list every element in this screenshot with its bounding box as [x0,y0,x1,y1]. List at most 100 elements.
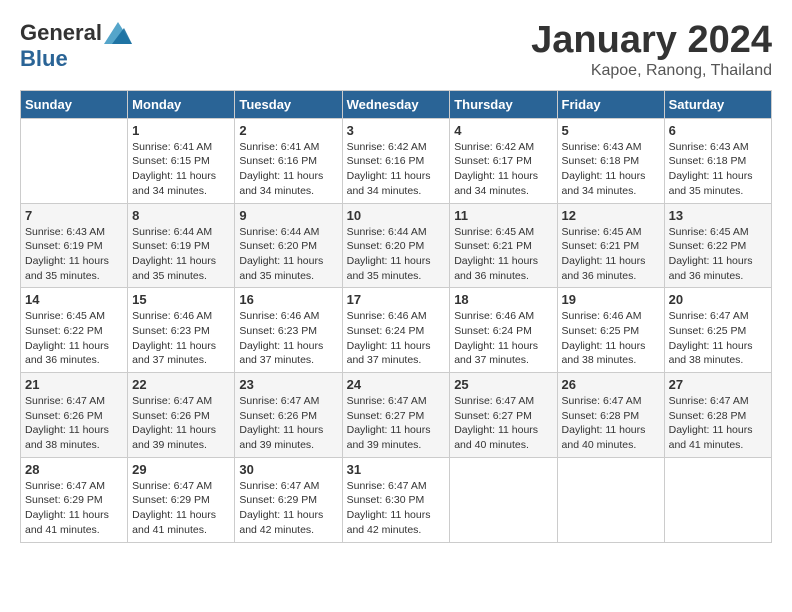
day-info: Sunrise: 6:46 AM Sunset: 6:23 PM Dayligh… [239,309,337,368]
logo-blue-text: Blue [20,46,68,72]
day-info: Sunrise: 6:42 AM Sunset: 6:17 PM Dayligh… [454,140,552,199]
day-info: Sunrise: 6:46 AM Sunset: 6:23 PM Dayligh… [132,309,230,368]
calendar-cell: 22Sunrise: 6:47 AM Sunset: 6:26 PM Dayli… [128,373,235,458]
day-number: 9 [239,208,337,223]
day-number: 31 [347,462,446,477]
day-number: 15 [132,292,230,307]
calendar-cell: 29 Sunrise: 6:47 AM Sunset: 6:29 PM Dayli… [128,457,235,542]
day-info: Sunrise: 6:46 AM Sunset: 6:25 PM Dayligh… [562,309,660,368]
page-header: General Blue January 2024 Kapoe, Ranong,… [20,20,772,80]
calendar-cell: 17 Sunrise: 6:46 AM Sunset: 6:24 PM Dayli… [342,288,450,373]
day-number: 14 [25,292,123,307]
day-info: Sunrise: 6:45 AM Sunset: 6:21 PM Dayligh… [454,225,552,284]
day-number: 26 [562,377,660,392]
day-header-thursday: Thursday [450,90,557,118]
day-number: 12 [562,208,660,223]
month-title: January 2024 [531,20,772,62]
day-number: 27 [669,377,767,392]
day-info: Sunrise: 6:41 AM Sunset: 6:15 PM Dayligh… [132,140,230,199]
day-info: Sunrise: 6:47 AM Sunset: 6:29 PM Dayligh… [239,479,337,538]
day-header-monday: Monday [128,90,235,118]
logo-icon [104,22,132,44]
calendar-cell [21,118,128,203]
calendar-cell: 6 Sunrise: 6:43 AM Sunset: 6:18 PM Daylig… [664,118,771,203]
calendar-cell: 12 Sunrise: 6:45 AM Sunset: 6:21 PM Dayli… [557,203,664,288]
day-number: 28 [25,462,123,477]
day-number: 5 [562,123,660,138]
calendar-row: 1Sunrise: 6:41 AM Sunset: 6:15 PM Daylig… [21,118,772,203]
calendar-cell [450,457,557,542]
calendar-cell: 26Sunrise: 6:47 AM Sunset: 6:28 PM Dayli… [557,373,664,458]
calendar-cell: 18 Sunrise: 6:46 AM Sunset: 6:24 PM Dayli… [450,288,557,373]
calendar-cell: 23 Sunrise: 6:47 AM Sunset: 6:26 PM Dayli… [235,373,342,458]
day-number: 17 [347,292,446,307]
calendar-cell: 16 Sunrise: 6:46 AM Sunset: 6:23 PM Dayli… [235,288,342,373]
day-number: 13 [669,208,767,223]
day-number: 23 [239,377,337,392]
calendar-cell [664,457,771,542]
day-info: Sunrise: 6:47 AM Sunset: 6:30 PM Dayligh… [347,479,446,538]
day-info: Sunrise: 6:47 AM Sunset: 6:27 PM Dayligh… [347,394,446,453]
calendar-cell: 3Sunrise: 6:42 AM Sunset: 6:16 PM Daylig… [342,118,450,203]
calendar-cell: 9 Sunrise: 6:44 AM Sunset: 6:20 PM Daylig… [235,203,342,288]
day-info: Sunrise: 6:45 AM Sunset: 6:21 PM Dayligh… [562,225,660,284]
calendar-cell [557,457,664,542]
day-info: Sunrise: 6:41 AM Sunset: 6:16 PM Dayligh… [239,140,337,199]
day-info: Sunrise: 6:47 AM Sunset: 6:25 PM Dayligh… [669,309,767,368]
calendar-cell: 11Sunrise: 6:45 AM Sunset: 6:21 PM Dayli… [450,203,557,288]
day-info: Sunrise: 6:46 AM Sunset: 6:24 PM Dayligh… [454,309,552,368]
day-number: 29 [132,462,230,477]
day-info: Sunrise: 6:42 AM Sunset: 6:16 PM Dayligh… [347,140,446,199]
calendar-cell: 28Sunrise: 6:47 AM Sunset: 6:29 PM Dayli… [21,457,128,542]
logo-general-text: General [20,20,102,46]
day-info: Sunrise: 6:43 AM Sunset: 6:18 PM Dayligh… [669,140,767,199]
day-number: 8 [132,208,230,223]
day-header-friday: Friday [557,90,664,118]
calendar-cell: 30 Sunrise: 6:47 AM Sunset: 6:29 PM Dayli… [235,457,342,542]
calendar-cell: 14Sunrise: 6:45 AM Sunset: 6:22 PM Dayli… [21,288,128,373]
location-title: Kapoe, Ranong, Thailand [531,62,772,80]
calendar-row: 28 Sunrise: 6:47 AM Sunset: 6:29 PM Dayli… [21,457,772,542]
calendar-cell: 5 Sunrise: 6:43 AM Sunset: 6:18 PM Daylig… [557,118,664,203]
day-info: Sunrise: 6:47 AM Sunset: 6:27 PM Dayligh… [454,394,552,453]
day-info: Sunrise: 6:43 AM Sunset: 6:19 PM Dayligh… [25,225,123,284]
title-block: January 2024 Kapoe, Ranong, Thailand [531,20,772,80]
day-header-wednesday: Wednesday [342,90,450,118]
calendar-cell: 20 Sunrise: 6:47 AM Sunset: 6:25 PM Dayli… [664,288,771,373]
day-info: Sunrise: 6:44 AM Sunset: 6:20 PM Dayligh… [347,225,446,284]
calendar-cell: 24 Sunrise: 6:47 AM Sunset: 6:27 PM Dayli… [342,373,450,458]
day-header-saturday: Saturday [664,90,771,118]
day-info: Sunrise: 6:47 AM Sunset: 6:26 PM Dayligh… [132,394,230,453]
calendar-row: 21 Sunrise: 6:47 AM Sunset: 6:26 PM Dayli… [21,373,772,458]
header-row: SundayMondayTuesdayWednesdayThursdayFrid… [21,90,772,118]
calendar-cell: 2 Sunrise: 6:41 AM Sunset: 6:16 PM Daylig… [235,118,342,203]
day-number: 30 [239,462,337,477]
day-info: Sunrise: 6:47 AM Sunset: 6:26 PM Dayligh… [25,394,123,453]
day-info: Sunrise: 6:47 AM Sunset: 6:26 PM Dayligh… [239,394,337,453]
day-info: Sunrise: 6:45 AM Sunset: 6:22 PM Dayligh… [669,225,767,284]
day-number: 6 [669,123,767,138]
day-info: Sunrise: 6:46 AM Sunset: 6:24 PM Dayligh… [347,309,446,368]
calendar-cell: 1Sunrise: 6:41 AM Sunset: 6:15 PM Daylig… [128,118,235,203]
calendar-cell: 25Sunrise: 6:47 AM Sunset: 6:27 PM Dayli… [450,373,557,458]
day-number: 20 [669,292,767,307]
calendar-cell: 21 Sunrise: 6:47 AM Sunset: 6:26 PM Dayli… [21,373,128,458]
calendar-cell: 10Sunrise: 6:44 AM Sunset: 6:20 PM Dayli… [342,203,450,288]
calendar-cell: 13 Sunrise: 6:45 AM Sunset: 6:22 PM Dayli… [664,203,771,288]
calendar-row: 14Sunrise: 6:45 AM Sunset: 6:22 PM Dayli… [21,288,772,373]
day-number: 24 [347,377,446,392]
day-number: 16 [239,292,337,307]
calendar-cell: 31 Sunrise: 6:47 AM Sunset: 6:30 PM Dayli… [342,457,450,542]
day-number: 4 [454,123,552,138]
day-info: Sunrise: 6:47 AM Sunset: 6:29 PM Dayligh… [132,479,230,538]
day-number: 21 [25,377,123,392]
day-info: Sunrise: 6:44 AM Sunset: 6:20 PM Dayligh… [239,225,337,284]
day-number: 18 [454,292,552,307]
calendar-cell: 19Sunrise: 6:46 AM Sunset: 6:25 PM Dayli… [557,288,664,373]
day-header-tuesday: Tuesday [235,90,342,118]
calendar-table: SundayMondayTuesdayWednesdayThursdayFrid… [20,90,772,543]
day-number: 2 [239,123,337,138]
day-info: Sunrise: 6:43 AM Sunset: 6:18 PM Dayligh… [562,140,660,199]
calendar-cell: 4 Sunrise: 6:42 AM Sunset: 6:17 PM Daylig… [450,118,557,203]
calendar-row: 7Sunrise: 6:43 AM Sunset: 6:19 PM Daylig… [21,203,772,288]
